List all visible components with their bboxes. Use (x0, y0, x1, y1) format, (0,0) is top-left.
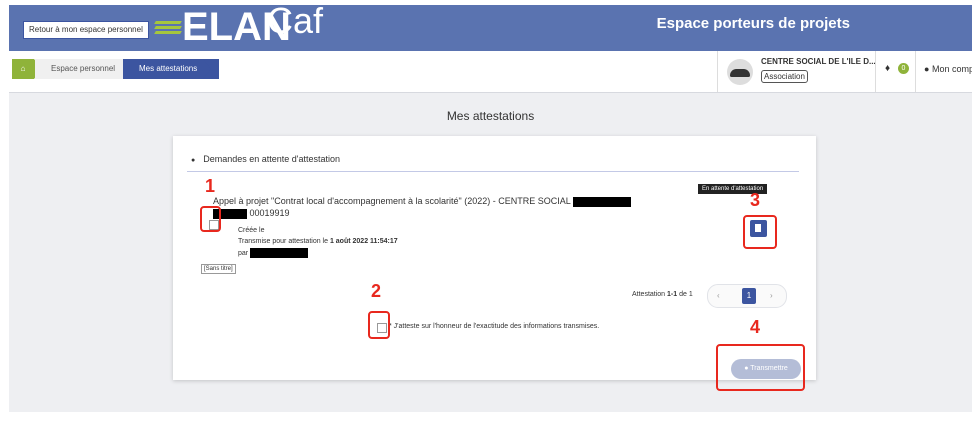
breadcrumb-bar: ⌂ Espace personnel Mes attestations CENT… (9, 51, 972, 93)
untitled-document-label: [Sans titre] (201, 264, 236, 274)
divider (717, 51, 718, 92)
request-number: 00019919 (249, 208, 290, 218)
annotation-box-3 (743, 215, 777, 249)
pagination-prefix: Attestation (632, 291, 668, 298)
notification-count-badge[interactable]: 0 (898, 63, 909, 74)
divider (875, 51, 876, 92)
chevron-left-icon[interactable]: ‹ (717, 291, 720, 300)
pagination-label: Attestation 1-1 de 1 (632, 291, 693, 298)
created-label: Créée le (238, 227, 265, 234)
pagination-range: 1-1 (667, 291, 678, 298)
redacted-block (250, 248, 309, 258)
logo-sub-text: Caf (267, 5, 324, 41)
divider (915, 51, 916, 92)
annotation-box-2 (368, 311, 390, 339)
organization-type-badge: Association (761, 70, 808, 83)
account-label: Mon compte (931, 64, 972, 74)
transmitted-by: par (238, 248, 309, 259)
header-title: Espace porteurs de projets (656, 15, 850, 32)
by-label: par (238, 249, 249, 257)
redacted-block (572, 196, 631, 207)
organization-name: CENTRE SOCIAL DE L'ILE D... (761, 57, 876, 66)
back-to-personal-space-button[interactable]: Retour à mon espace personnel (23, 21, 149, 39)
annotation-number-2: 2 (371, 281, 382, 301)
breadcrumb-separator (203, 59, 211, 79)
pagination-suffix: de 1 (677, 291, 693, 298)
top-header: Retour à mon espace personnel ELAN Caf E… (9, 5, 972, 51)
pagination: ‹ 1 › (707, 284, 787, 308)
my-account-link[interactable]: ● Mon compte (924, 64, 972, 74)
annotation-number-1: 1 (205, 176, 216, 196)
transmitted-prefix: Transmise pour attestation le (238, 238, 330, 245)
page-title: Mes attestations (446, 109, 535, 123)
annotation-box-1 (200, 206, 221, 232)
logo-stripes-icon (154, 21, 182, 41)
bell-icon[interactable]: ♦ (885, 63, 890, 74)
app-window: Retour à mon espace personnel ELAN Caf E… (9, 5, 972, 412)
organization-avatar (727, 59, 753, 85)
annotation-number-4: 4 (750, 317, 761, 337)
page-button-current[interactable]: 1 (742, 288, 756, 304)
honor-certification-label: * J'atteste sur l'honneur de l'exactitud… (389, 323, 600, 330)
transmitted-date: 1 août 2022 11:54:17 (329, 238, 398, 245)
user-icon: ● (924, 64, 930, 74)
chevron-right-icon[interactable]: › (770, 291, 773, 300)
request-title: Appel à projet "Contrat local d'accompag… (213, 195, 653, 219)
annotation-number-3: 3 (750, 190, 761, 210)
home-icon[interactable]: ⌂ (12, 59, 34, 79)
organization-selector[interactable]: CENTRE SOCIAL DE L'ILE D... Association (727, 55, 876, 87)
transmitted-info: Transmise pour attestation le 1 août 202… (238, 237, 398, 247)
section-title: Demandes en attente d'attestation (191, 154, 340, 164)
request-title-text: Appel à projet "Contrat local d'accompag… (213, 196, 571, 206)
annotation-box-4 (716, 344, 805, 391)
section-divider (187, 171, 799, 172)
